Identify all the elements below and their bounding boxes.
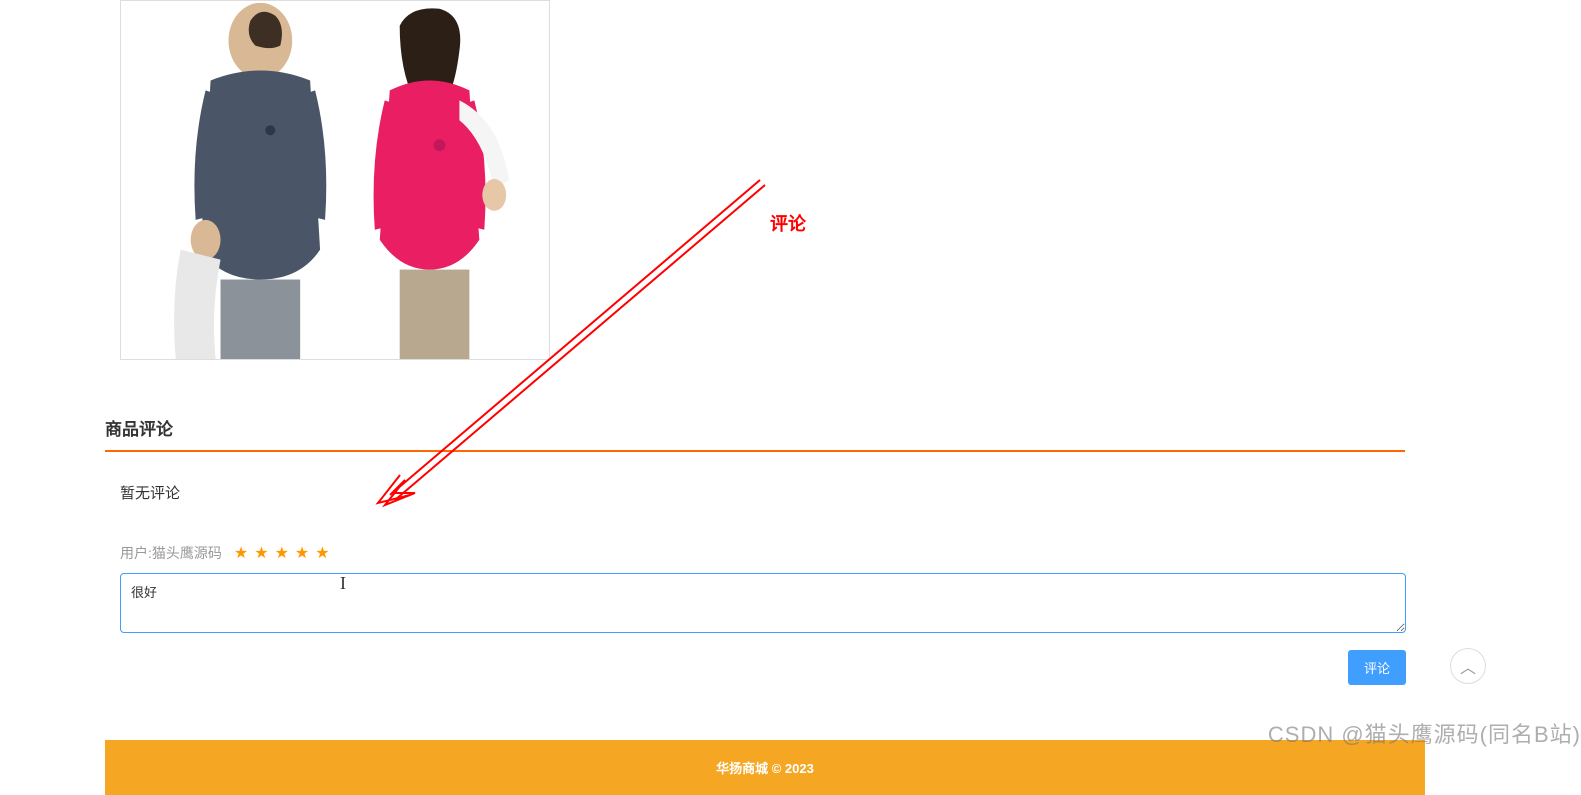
section-divider	[105, 450, 1405, 452]
star-icon[interactable]: ★	[234, 543, 248, 563]
submit-comment-button[interactable]: 评论	[1348, 650, 1406, 685]
product-image	[120, 0, 550, 360]
comment-input[interactable]	[120, 573, 1406, 633]
star-icon[interactable]: ★	[275, 543, 289, 563]
user-label: 用户:猫头鹰源码	[120, 543, 222, 563]
page-footer: 华扬商城 © 2023	[105, 740, 1425, 795]
star-icon[interactable]: ★	[295, 543, 309, 563]
comment-form: 用户:猫头鹰源码 ★ ★ ★ ★ ★ 评论	[120, 543, 1405, 685]
chevron-up-icon: ︿	[1460, 654, 1476, 678]
section-title: 商品评论	[105, 415, 1405, 450]
star-icon[interactable]: ★	[315, 543, 329, 563]
watermark-text: CSDN @猫头鹰源码(同名B站)	[1268, 717, 1581, 749]
annotation-label: 评论	[770, 210, 806, 236]
star-icon[interactable]: ★	[254, 543, 268, 563]
user-rating-line: 用户:猫头鹰源码 ★ ★ ★ ★ ★	[120, 543, 1405, 563]
scroll-top-button[interactable]: ︿	[1450, 648, 1486, 684]
rating-stars[interactable]: ★ ★ ★ ★ ★	[234, 543, 330, 563]
no-comments-text: 暂无评论	[120, 482, 1405, 503]
